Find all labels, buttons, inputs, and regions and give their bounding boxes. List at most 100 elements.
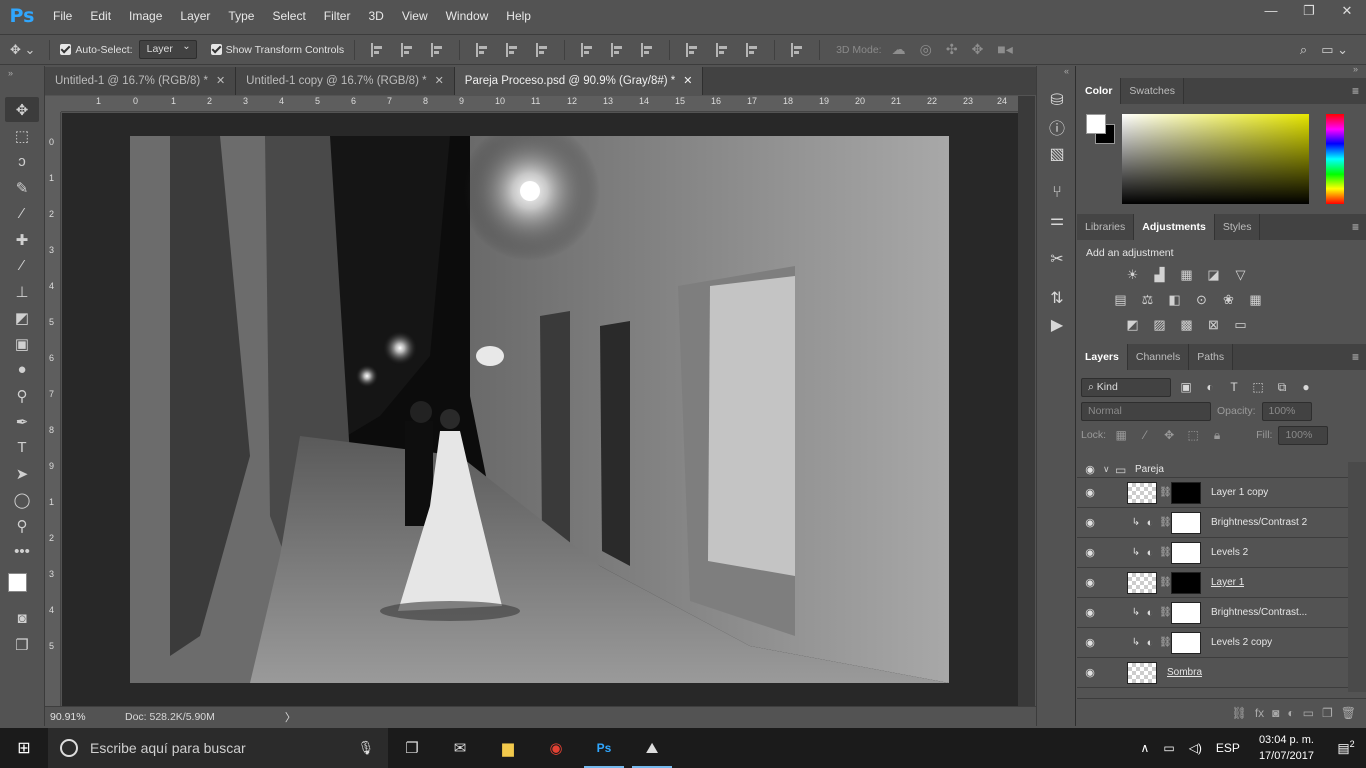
menu-3d[interactable]: 3D <box>359 0 392 32</box>
layer-mask-thumbnail[interactable] <box>1171 601 1201 624</box>
visibility-eye-icon[interactable]: ◉ <box>1077 486 1103 499</box>
filter-toggle-icon[interactable]: ● <box>1297 380 1315 394</box>
show-transform-checkbox[interactable]: Show Transform Controls <box>210 44 344 56</box>
opacity-input[interactable]: 100% <box>1261 401 1312 421</box>
panel-menu-icon[interactable]: ≡ <box>1352 350 1359 364</box>
panel-collapse-bar[interactable]: » <box>1077 64 1366 78</box>
visibility-eye-icon[interactable]: ◉ <box>1077 546 1103 559</box>
menu-image[interactable]: Image <box>120 0 171 32</box>
path-selection-tool-icon[interactable]: ➤ <box>5 461 39 486</box>
filter-pixel-icon[interactable]: ▣ <box>1177 380 1195 394</box>
exposure-icon[interactable]: ◪ <box>1204 265 1223 284</box>
visibility-eye-icon[interactable]: ◉ <box>1077 576 1103 589</box>
tab-paths[interactable]: Paths <box>1189 344 1234 370</box>
distribute-top-icon[interactable] <box>581 42 593 57</box>
layer-mask-thumbnail[interactable] <box>1171 541 1201 564</box>
new-group-icon[interactable]: ▭ <box>1303 706 1314 720</box>
tab-channels[interactable]: Channels <box>1127 344 1190 370</box>
lock-position-icon[interactable]: ✥ <box>1160 428 1178 442</box>
visibility-eye-icon[interactable]: ◉ <box>1077 516 1103 529</box>
notifications-icon[interactable]: ▤2 <box>1326 739 1366 756</box>
visibility-eye-icon[interactable]: ◉ <box>1077 666 1103 679</box>
distribute-vcenter-icon[interactable] <box>611 42 623 57</box>
windows-start-icon[interactable]: ⊞ <box>0 728 48 768</box>
network-icon[interactable]: ▭ <box>1156 741 1181 755</box>
layers-scrollbar[interactable] <box>1348 462 1366 692</box>
layer-name[interactable]: Brightness/Contrast... <box>1211 607 1311 618</box>
distribute-hcenter-icon[interactable] <box>716 42 728 57</box>
layer-filter-kind[interactable]: ⌕ Kind <box>1081 377 1171 397</box>
3d-pan-icon[interactable]: ✣ <box>946 41 958 58</box>
zoom-tool-icon[interactable]: ⚲ <box>5 513 39 538</box>
layer-name[interactable]: Pareja <box>1135 464 1164 475</box>
invert-icon[interactable]: ◩ <box>1123 315 1142 334</box>
visibility-eye-icon[interactable]: ◉ <box>1077 463 1103 476</box>
layer-name[interactable]: Levels 2 <box>1211 547 1248 558</box>
lasso-tool-icon[interactable]: ↄ <box>5 149 39 174</box>
properties-icon[interactable]: ▧ <box>1037 140 1077 167</box>
delete-layer-icon[interactable]: 🗑︎ <box>1341 706 1356 720</box>
color-fg-bg[interactable] <box>1086 114 1116 144</box>
type-tool-icon[interactable]: T <box>5 435 39 460</box>
filter-adjustment-icon[interactable]: ◐ <box>1201 380 1219 394</box>
toolbar-collapse-icon[interactable]: » <box>0 66 44 96</box>
chain-link-icon[interactable]: ⛓ <box>1159 547 1172 558</box>
chrome-icon[interactable]: ◉ <box>532 728 580 768</box>
channel-mixer-icon[interactable]: ❀ <box>1219 290 1238 309</box>
marquee-tool-icon[interactable]: ⬚ <box>5 123 39 148</box>
quick-mask-icon[interactable]: ◙ <box>5 606 39 631</box>
vertical-ruler[interactable]: 0 1 2 3 4 5 6 7 8 9 1 2 3 4 5 <box>45 112 61 706</box>
layer-row-group[interactable]: ◉ ∨ ▭ Pareja <box>1077 462 1348 478</box>
auto-select-checkbox[interactable]: Auto-Select: <box>60 44 133 56</box>
brushes-icon[interactable]: ⑂ <box>1037 179 1077 206</box>
color-swatches[interactable] <box>0 565 44 605</box>
visibility-eye-icon[interactable]: ◉ <box>1077 636 1103 649</box>
lock-pixels-icon[interactable]: ⁄ <box>1136 428 1154 442</box>
ruler-origin[interactable] <box>45 96 61 112</box>
align-left-icon[interactable] <box>476 42 488 57</box>
layer-row[interactable]: ◉ ↳ ◐ ⛓ Levels 2 <box>1077 538 1348 568</box>
chain-link-icon[interactable]: ⛓ <box>1159 577 1172 588</box>
history-icon[interactable]: ⛁ <box>1037 86 1077 113</box>
3d-orbit-icon[interactable]: ☁ <box>892 41 906 58</box>
layer-mask-thumbnail[interactable] <box>1171 511 1201 534</box>
new-layer-icon[interactable]: ❐ <box>1322 706 1333 720</box>
workspace-icon[interactable]: ▭ ⌄ <box>1317 42 1352 58</box>
layer-thumbnail[interactable] <box>1127 481 1157 504</box>
photo-filter-icon[interactable]: ⊙ <box>1192 290 1211 309</box>
align-vcenter-icon[interactable] <box>401 42 413 57</box>
taskbar-search[interactable]: Escribe aquí para buscar 🎙︎ <box>48 728 388 768</box>
actions-play-icon[interactable]: ▶ <box>1037 311 1077 338</box>
hue-slider[interactable] <box>1326 114 1344 204</box>
move-tool-preset-icon[interactable]: ✥ ⌄ <box>6 42 39 58</box>
3d-slide-icon[interactable]: ✥ <box>972 41 984 58</box>
3d-roll-icon[interactable]: ◎ <box>920 41 932 58</box>
lock-all-icon[interactable]: 🔒︎ <box>1208 428 1226 443</box>
align-top-icon[interactable] <box>371 42 383 57</box>
filter-type-icon[interactable]: T <box>1225 380 1243 394</box>
layer-name[interactable]: Brightness/Contrast 2 <box>1211 517 1307 528</box>
layer-name[interactable]: Sombra <box>1167 667 1202 678</box>
tab-untitled-1-copy[interactable]: Untitled-1 copy @ 16.7% (RGB/8) * ✕ <box>236 67 455 95</box>
curves-icon[interactable]: ▦ <box>1177 265 1196 284</box>
restore-button[interactable]: ❐ <box>1290 0 1328 22</box>
gradient-tool-icon[interactable]: ▣ <box>5 331 39 356</box>
microphone-icon[interactable]: 🎙︎ <box>357 740 374 756</box>
distribute-right-icon[interactable] <box>746 42 758 57</box>
ellipse-tool-icon[interactable]: ◯ <box>5 487 39 512</box>
paragraph-icon[interactable]: ⇅ <box>1037 284 1077 311</box>
filter-shape-icon[interactable]: ⬚ <box>1249 380 1267 394</box>
menu-view[interactable]: View <box>393 0 437 32</box>
brightness-contrast-icon[interactable]: ☀ <box>1123 265 1142 284</box>
more-tools-icon[interactable]: ••• <box>5 539 39 564</box>
menu-window[interactable]: Window <box>437 0 498 32</box>
new-adjustment-icon[interactable]: ◐ <box>1287 706 1294 720</box>
chain-link-icon[interactable]: ⛓ <box>1159 487 1172 498</box>
search-icon[interactable]: ⌕ <box>1296 42 1311 58</box>
threshold-icon[interactable]: ▩ <box>1177 315 1196 334</box>
distribute-bottom-icon[interactable] <box>641 42 653 57</box>
menu-layer[interactable]: Layer <box>171 0 219 32</box>
layer-row[interactable]: ◉ ↳ ◐ ⛓ Brightness/Contrast... <box>1077 598 1348 628</box>
minimize-button[interactable]: — <box>1252 0 1290 22</box>
3d-camera-icon[interactable]: ■◂ <box>997 41 1012 58</box>
